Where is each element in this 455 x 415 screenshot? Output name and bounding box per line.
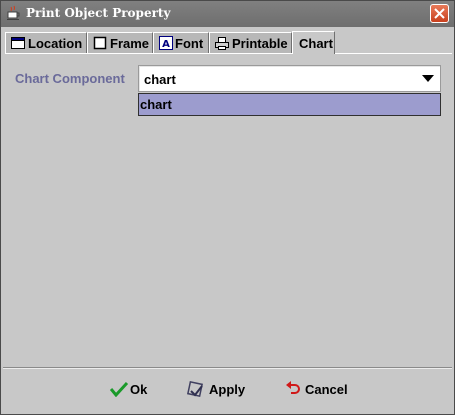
cancel-button[interactable]: Cancel (285, 379, 351, 401)
title-bar[interactable]: Print Object Property (1, 1, 454, 27)
chart-component-value: chart (144, 72, 176, 87)
chart-component-select[interactable]: chart (138, 65, 441, 92)
close-icon (434, 8, 445, 19)
window-title: Print Object Property (26, 6, 171, 20)
tab-chart[interactable]: Chart (292, 31, 335, 54)
tab-bar: Location Frame A Font Printable Chart (5, 31, 452, 54)
apply-label: Apply (209, 382, 246, 397)
svg-text:A: A (162, 39, 170, 50)
chart-component-label: Chart Component (15, 71, 125, 86)
chevron-down-icon[interactable] (422, 75, 434, 83)
apply-button[interactable]: Apply (187, 379, 247, 401)
tab-font-label: Font (175, 36, 204, 51)
dropdown-option-chart[interactable]: chart (140, 97, 172, 112)
tab-printable[interactable]: Printable (209, 32, 292, 53)
java-cup-icon (7, 5, 20, 20)
font-icon: A (159, 36, 173, 50)
close-button[interactable] (430, 4, 449, 23)
print-object-property-dialog: Print Object Property Location Frame A F… (0, 0, 455, 415)
chart-component-dropdown: chart (138, 93, 441, 116)
tab-chart-label: Chart (299, 36, 333, 51)
tab-font[interactable]: A Font (153, 32, 209, 53)
undo-arrow-icon (286, 381, 300, 394)
tab-printable-label: Printable (232, 36, 288, 51)
ok-button[interactable]: Ok (110, 379, 150, 401)
window-icon (11, 37, 25, 49)
apply-icon (187, 381, 204, 398)
printer-icon (215, 37, 229, 50)
tab-location-label: Location (28, 36, 83, 51)
tab-frame[interactable]: Frame (87, 32, 153, 53)
tab-location[interactable]: Location (5, 32, 87, 53)
tab-divider (5, 53, 452, 54)
ok-label: Ok (130, 382, 148, 397)
frame-icon (93, 36, 107, 50)
checkmark-icon (110, 381, 128, 397)
cancel-label: Cancel (305, 382, 348, 397)
button-separator-highlight (3, 368, 452, 369)
tab-frame-label: Frame (110, 36, 150, 51)
